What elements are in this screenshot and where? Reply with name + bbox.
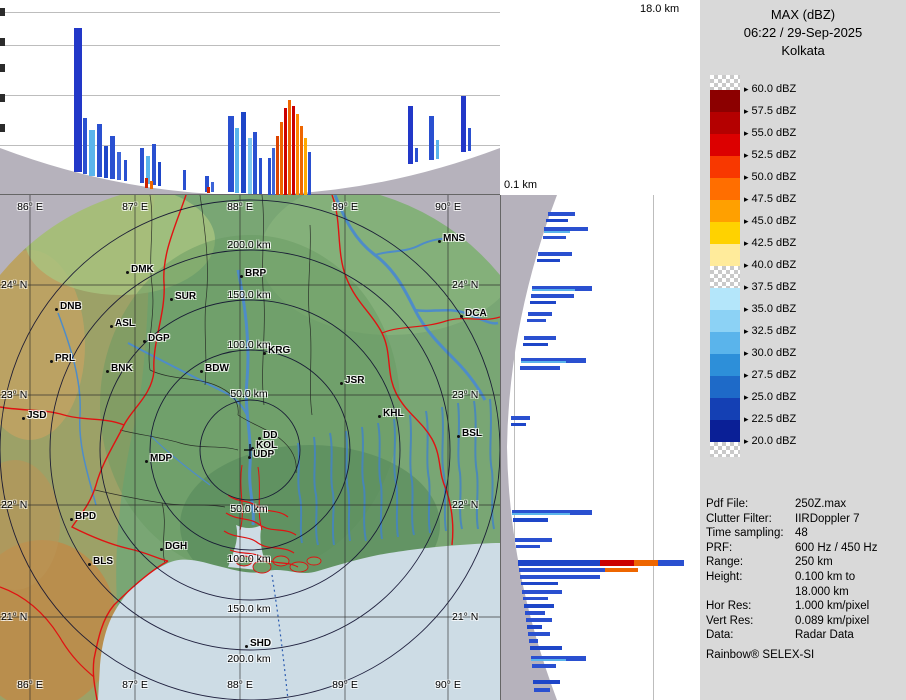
metadata-row: Clutter Filter: IIRDoppler 7 — [706, 512, 904, 527]
metadata-row: PRF: 600 Hz / 450 Hz — [706, 541, 904, 556]
metadata-row: Hor Res: 1.000 km/pixel — [706, 599, 904, 614]
metadata-row: Data: Radar Data — [706, 628, 904, 643]
dbz-scale-label: ▸ 22.5 dBZ — [744, 413, 797, 425]
tick-arrow-icon: ▸ — [744, 216, 749, 226]
tick-arrow-icon: ▸ — [744, 260, 749, 270]
dbz-scale-block — [710, 200, 740, 222]
metadata-value: 0.100 km to — [795, 570, 856, 583]
metadata-label: Hor Res: — [706, 600, 752, 613]
dbz-scale-block — [710, 244, 740, 266]
tick-arrow-icon: ▸ — [744, 392, 749, 402]
dbz-scale-label: ▸ 40.0 dBZ — [744, 259, 797, 271]
metadata-row: Vert Res: 0.089 km/pixel — [706, 614, 904, 629]
xz-profile-panel — [0, 0, 500, 195]
metadata-label: Range: — [706, 556, 744, 569]
dbz-scale-block — [710, 75, 740, 90]
metadata-value: 250 km — [795, 556, 833, 569]
tick-arrow-icon: ▸ — [744, 436, 749, 446]
tick-arrow-icon: ▸ — [744, 172, 749, 182]
dbz-scale-label: ▸ 42.5 dBZ — [744, 237, 797, 249]
dbz-scale-block — [710, 178, 740, 200]
dbz-scale-block — [710, 156, 740, 178]
dbz-scale-label: ▸ 37.5 dBZ — [744, 281, 797, 293]
map-panel: 86° E 86° E 87° E 87° E 88° E 88° E 89° E 89° E… — [0, 195, 500, 700]
metadata-row: Time sampling: 48 — [706, 526, 904, 541]
dbz-scale-label: ▸ 45.0 dBZ — [744, 215, 797, 227]
dbz-scale-label: ▸ 47.5 dBZ — [744, 193, 797, 205]
product-datetime: 06:22 / 29-Sep-2025 — [743, 25, 863, 40]
metadata-value: 600 Hz / 450 Hz — [795, 541, 878, 554]
dbz-scale-block — [710, 222, 740, 244]
dbz-scale-label: ▸ 32.5 dBZ — [744, 325, 797, 337]
metadata-label: Height: — [706, 570, 743, 583]
dbz-scale-label: ▸ 57.5 dBZ — [744, 105, 797, 117]
tick-arrow-icon: ▸ — [744, 238, 749, 248]
tick-arrow-icon: ▸ — [744, 150, 749, 160]
metadata-row: Pdf File: 250Z.max — [706, 497, 904, 512]
metadata-value: 1.000 km/pixel — [795, 600, 870, 613]
yz-profile-panel — [500, 195, 701, 700]
metadata-row: Range: 250 km — [706, 555, 904, 570]
dbz-scale-block — [710, 398, 740, 420]
metadata-label — [706, 585, 795, 600]
metadata-row: Height: 0.100 km to — [706, 570, 904, 585]
metadata-value: Radar Data — [795, 629, 854, 642]
dbz-scale-block — [710, 266, 740, 288]
metadata-label: Data: — [706, 629, 734, 642]
station-name: Kolkata — [781, 43, 825, 58]
dbz-scale-block — [710, 90, 740, 112]
dbz-scale-label: ▸ 20.0 dBZ — [744, 435, 797, 447]
dbz-scale-block — [710, 332, 740, 354]
tick-arrow-icon: ▸ — [744, 326, 749, 336]
metadata-label: Vert Res: — [706, 614, 754, 627]
xz-blindzone-shape — [0, 148, 500, 194]
software-credit: Rainbow® SELEX-SI — [706, 649, 815, 661]
dbz-scale-block — [710, 442, 740, 457]
metadata-value: 18.000 km — [795, 585, 849, 598]
metadata-value: 250Z.max — [795, 498, 847, 510]
dbz-scale-label: ▸ 60.0 dBZ — [744, 83, 797, 95]
metadata-label: Pdf File: — [706, 498, 749, 510]
dbz-scale-block — [710, 354, 740, 376]
dbz-scale-block — [710, 112, 740, 134]
metadata-value: 0.089 km/pixel — [795, 614, 870, 627]
dbz-scale-label: ▸ 50.0 dBZ — [744, 171, 797, 183]
tick-arrow-icon: ▸ — [744, 106, 749, 116]
metadata-value: IIRDoppler 7 — [795, 512, 860, 525]
dbz-scale-label: ▸ 27.5 dBZ — [744, 369, 797, 381]
dbz-scale-block — [710, 420, 740, 442]
tick-arrow-icon: ▸ — [744, 84, 749, 94]
tick-arrow-icon: ▸ — [744, 128, 749, 138]
height-axis-min-label: 0.1 km — [504, 179, 538, 191]
dbz-scale-label: ▸ 30.0 dBZ — [744, 347, 797, 359]
dbz-scale-block — [710, 134, 740, 156]
radar-display-window: 18.0 km 0.1 km 86° E 86° E 87° E 87° E 8… — [0, 0, 906, 700]
metadata-label: Clutter Filter: — [706, 512, 772, 525]
yz-blindzone-shape — [501, 195, 557, 700]
dbz-scale-label: ▸ 55.0 dBZ — [744, 127, 797, 139]
dbz-scale-label: ▸ 52.5 dBZ — [744, 149, 797, 161]
metadata-value: 48 — [795, 527, 808, 540]
height-axis-max-label: 18.0 km — [640, 3, 680, 15]
dbz-scale-block — [710, 310, 740, 332]
legend-panel: MAX (dBZ) 06:22 / 29-Sep-2025 Kolkata ▸ 6… — [700, 0, 906, 700]
tick-arrow-icon: ▸ — [744, 282, 749, 292]
tick-arrow-icon: ▸ — [744, 304, 749, 314]
dbz-scale-block — [710, 376, 740, 398]
metadata-label: Time sampling: — [706, 527, 784, 540]
metadata-block: Pdf File: 250Z.max Clutter Filter: IIRDoppl… — [706, 497, 904, 643]
map-geography — [0, 195, 500, 700]
tick-arrow-icon: ▸ — [744, 348, 749, 358]
tick-arrow-icon: ▸ — [744, 370, 749, 380]
metadata-row: 18.000 km — [706, 585, 904, 600]
dbz-scale-label: ▸ 35.0 dBZ — [744, 303, 797, 315]
dbz-scale-block — [710, 288, 740, 310]
tick-arrow-icon: ▸ — [744, 414, 749, 424]
dbz-scale-label: ▸ 25.0 dBZ — [744, 391, 797, 403]
tick-arrow-icon: ▸ — [744, 194, 749, 204]
product-title: MAX (dBZ) — [770, 7, 836, 22]
dbz-color-scale — [710, 75, 740, 457]
metadata-label: PRF: — [706, 541, 733, 554]
